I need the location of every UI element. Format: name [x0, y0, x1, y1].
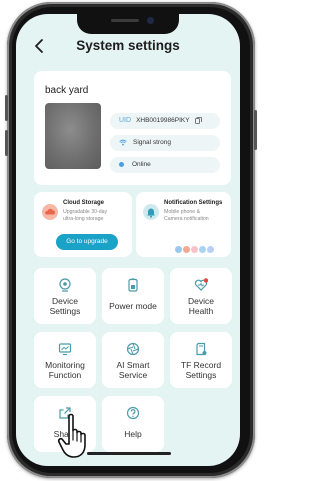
device-card: back yard UID XHB0019986PIKY Signal stron…	[34, 71, 231, 185]
hand-pointer-icon	[57, 413, 86, 458]
phone-side-button-right	[254, 110, 257, 150]
cloud-storage-title: Cloud Storage	[63, 200, 105, 206]
tile-help[interactable]: Help	[102, 396, 164, 452]
header-bar: System settings	[16, 34, 240, 60]
tile-label-line1: Help	[124, 429, 142, 439]
notification-desc-2: Camera notification	[164, 216, 209, 222]
aperture-icon	[126, 342, 140, 356]
cloud-storage-desc-2: ultra-long storage	[63, 216, 104, 222]
bell-icon	[143, 204, 159, 220]
cloud-icon	[42, 204, 58, 220]
device-name: back yard	[45, 85, 89, 96]
tile-label-line2: Function	[48, 370, 82, 380]
tile-ai-smart-service[interactable]: AI Smart Service	[102, 332, 164, 388]
online-status: Online	[132, 161, 151, 168]
notification-desc-1: Mobile phone &	[164, 209, 201, 215]
speaker-grille	[111, 19, 139, 22]
tile-label-line2: Service	[118, 370, 148, 380]
tile-tf-record-settings[interactable]: TF Record Settings	[170, 332, 232, 388]
notification-settings-card[interactable]: Notification Settings Mobile phone & Cam…	[136, 192, 231, 257]
tile-label-line2: Settings	[185, 370, 217, 380]
tile-label-line1: AI Smart	[116, 360, 150, 370]
notification-channel-icons	[174, 241, 215, 254]
app-screen: System settings back yard UID XHB0019986P…	[16, 14, 240, 466]
uid-value: XHB0019986PIKY	[136, 117, 190, 124]
go-to-upgrade-button[interactable]: Go to upgrade	[56, 234, 118, 250]
camera-icon	[59, 278, 71, 292]
tile-label-line2: Health	[188, 306, 214, 316]
help-circle-icon	[126, 406, 140, 420]
tile-device-settings[interactable]: Device Settings	[34, 268, 96, 324]
tile-label-line2: Settings	[49, 306, 81, 316]
tile-label-line1: Monitoring	[45, 360, 85, 370]
camera-thumbnail[interactable]	[45, 103, 101, 169]
page-title: System settings	[76, 38, 180, 53]
copy-icon[interactable]	[195, 116, 203, 124]
sd-card-icon	[196, 342, 207, 356]
phone-side-button-left	[5, 95, 8, 121]
heart-icon	[194, 278, 208, 291]
signal-status: Signal strong	[133, 139, 171, 146]
tile-label-line1: Device	[188, 296, 214, 306]
notification-title: Notification Settings	[164, 200, 223, 206]
tile-label-line1: TF Record	[180, 360, 222, 370]
cloud-storage-desc-1: Upgradable 30-day	[63, 209, 108, 215]
tile-label-line1: Power mode	[109, 301, 157, 311]
online-pill: Online	[110, 157, 220, 173]
monitor-icon	[58, 343, 72, 356]
phone-side-button-left-2	[5, 130, 8, 156]
uid-pill[interactable]: UID XHB0019986PIKY	[110, 113, 220, 129]
tile-device-health[interactable]: Device Health	[170, 268, 232, 324]
front-camera	[147, 17, 154, 24]
tile-label-line1: Device	[52, 296, 78, 306]
dot-icon	[119, 161, 124, 167]
battery-icon	[128, 278, 138, 292]
signal-pill: Signal strong	[110, 135, 220, 151]
uid-label: UID	[119, 117, 132, 124]
phone-notch	[77, 14, 179, 34]
cloud-storage-card[interactable]: Cloud Storage Upgradable 30-day ultra-lo…	[34, 192, 132, 257]
tile-power-mode[interactable]: Power mode	[102, 268, 164, 324]
tile-monitoring-function[interactable]: Monitoring Function	[34, 332, 96, 388]
wifi-icon	[119, 139, 127, 146]
home-indicator	[87, 452, 171, 455]
channel-dot-icon	[206, 245, 215, 254]
